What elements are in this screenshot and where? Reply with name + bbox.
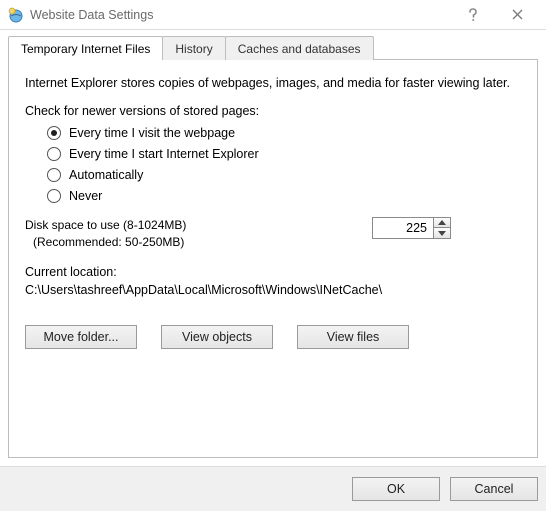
tab-caches[interactable]: Caches and databases bbox=[225, 36, 374, 60]
dialog-footer: OK Cancel bbox=[0, 466, 546, 511]
current-location-label: Current location: bbox=[25, 265, 521, 279]
view-objects-button[interactable]: View objects bbox=[161, 325, 273, 349]
disk-space-input[interactable] bbox=[373, 218, 433, 238]
radio-label: Every time I visit the webpage bbox=[69, 126, 235, 140]
disk-space-spinner[interactable] bbox=[372, 217, 451, 239]
disk-space-up[interactable] bbox=[434, 218, 450, 228]
radio-icon bbox=[47, 126, 61, 140]
help-button[interactable] bbox=[450, 0, 495, 30]
tab-history[interactable]: History bbox=[162, 36, 225, 60]
move-folder-button[interactable]: Move folder... bbox=[25, 325, 137, 349]
radio-label: Every time I start Internet Explorer bbox=[69, 147, 259, 161]
close-button[interactable] bbox=[495, 0, 540, 30]
check-newer-label: Check for newer versions of stored pages… bbox=[25, 104, 521, 118]
radio-label: Automatically bbox=[69, 168, 143, 182]
radio-never[interactable]: Never bbox=[47, 189, 521, 203]
view-files-button[interactable]: View files bbox=[297, 325, 409, 349]
radio-every-visit[interactable]: Every time I visit the webpage bbox=[47, 126, 521, 140]
ok-button[interactable]: OK bbox=[352, 477, 440, 501]
disk-space-down[interactable] bbox=[434, 228, 450, 238]
window-title: Website Data Settings bbox=[30, 8, 153, 22]
disk-space-label: Disk space to use (8-1024MB) bbox=[25, 217, 186, 234]
tab-temporary-files[interactable]: Temporary Internet Files bbox=[8, 36, 163, 60]
internet-options-icon bbox=[8, 7, 24, 23]
radio-every-start[interactable]: Every time I start Internet Explorer bbox=[47, 147, 521, 161]
radio-automatically[interactable]: Automatically bbox=[47, 168, 521, 182]
disk-space-spin-buttons bbox=[433, 218, 450, 238]
disk-space-recommended: (Recommended: 50-250MB) bbox=[33, 234, 186, 251]
intro-text: Internet Explorer stores copies of webpa… bbox=[25, 74, 521, 92]
radio-icon bbox=[47, 147, 61, 161]
radio-icon bbox=[47, 168, 61, 182]
current-location-path: C:\Users\tashreef\AppData\Local\Microsof… bbox=[25, 283, 521, 297]
folder-buttons-row: Move folder... View objects View files bbox=[25, 325, 521, 349]
titlebar: Website Data Settings bbox=[0, 0, 546, 30]
radio-icon bbox=[47, 189, 61, 203]
tab-strip: Temporary Internet Files History Caches … bbox=[8, 34, 538, 60]
radio-label: Never bbox=[69, 189, 102, 203]
client-area: Temporary Internet Files History Caches … bbox=[0, 30, 546, 466]
disk-space-row: Disk space to use (8-1024MB) (Recommende… bbox=[25, 217, 521, 251]
tab-page-temporary-files: Internet Explorer stores copies of webpa… bbox=[8, 60, 538, 458]
disk-space-label-block: Disk space to use (8-1024MB) (Recommende… bbox=[25, 217, 186, 251]
check-newer-radiogroup: Every time I visit the webpage Every tim… bbox=[47, 126, 521, 203]
cancel-button[interactable]: Cancel bbox=[450, 477, 538, 501]
